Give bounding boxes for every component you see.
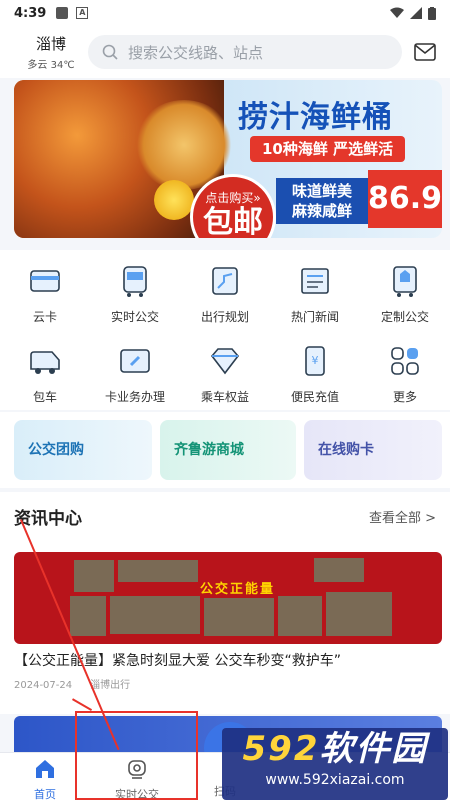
price-value: 86.9 <box>368 181 442 216</box>
service-label: 云卡 <box>32 310 57 324</box>
status-time: 4:39 <box>14 5 47 21</box>
service-label: 出行规划 <box>200 310 249 324</box>
banner-desc-line1: 味道鲜美 <box>291 182 352 200</box>
custom-bus-icon <box>393 266 417 297</box>
app-notification-icon: A <box>76 7 89 19</box>
search-icon <box>102 44 118 60</box>
card-service-icon <box>120 349 150 373</box>
route-icon <box>212 267 238 295</box>
promo-qilu-travel-mall[interactable]: 齐鲁游商城 <box>160 420 296 480</box>
annotation-highlight-box <box>75 711 198 800</box>
view-all-link[interactable]: 查看全部 > <box>369 507 436 526</box>
battery-icon <box>428 6 436 20</box>
watermark-logo: 592软件园 www.592xiazai.com <box>222 728 448 800</box>
service-more[interactable]: 更多 <box>360 344 450 405</box>
service-label: 热门新闻 <box>290 310 339 324</box>
city-name: 淄博 <box>35 35 66 53</box>
more-grid-icon <box>391 347 419 375</box>
watermark-num: 592 <box>242 729 320 769</box>
search-input[interactable]: 搜索公交线路、站点 <box>88 35 402 69</box>
promo-bus-group-buy[interactable]: 公交团购 <box>14 420 152 480</box>
news-meta: 2024-07-24 淄博出行 <box>14 676 130 691</box>
news-date: 2024-07-24 <box>14 680 73 691</box>
banner-price: 86.9元 <box>368 170 442 228</box>
diamond-icon <box>210 348 240 375</box>
news-photo <box>204 598 274 636</box>
top-header: 淄博 多云 34℃ 搜索公交线路、站点 <box>0 26 450 78</box>
banner-subtitle: 10种海鲜 严选鲜活 <box>250 136 406 162</box>
service-trip-planning[interactable]: 出行规划 <box>180 264 270 325</box>
recharge-icon: ¥ <box>305 346 325 376</box>
notification-icon <box>56 7 69 19</box>
service-label: 卡业务办理 <box>104 390 165 404</box>
svg-text:¥: ¥ <box>312 354 319 367</box>
search-placeholder: 搜索公交线路、站点 <box>128 43 264 62</box>
mail-icon[interactable] <box>414 43 436 61</box>
service-label: 更多 <box>392 390 417 404</box>
service-label: 乘车权益 <box>200 390 249 404</box>
weather-text: 多云 34℃ <box>27 60 75 71</box>
service-charter[interactable]: 包车 <box>0 344 90 405</box>
van-icon <box>30 351 60 374</box>
promo-banner[interactable]: 捞汁海鲜桶 10种海鲜 严选鲜活 点击购买» 包邮 味道鲜美 麻辣咸鲜 86.9… <box>14 80 442 238</box>
banner-desc: 味道鲜美 麻辣咸鲜 <box>276 178 368 224</box>
service-label: 实时公交 <box>110 310 159 324</box>
service-label: 便民充值 <box>290 390 339 404</box>
news-icon <box>301 268 329 294</box>
card-icon <box>30 270 60 292</box>
promo-row: 公交团购 齐鲁游商城 在线购卡 <box>0 412 450 488</box>
wifi-icon <box>390 7 404 18</box>
news-photo <box>326 592 392 636</box>
service-label: 定制公交 <box>380 310 429 324</box>
news-photo <box>110 596 200 634</box>
service-cloud-card[interactable]: 云卡 <box>0 264 90 325</box>
status-bar: 4:39 A <box>0 0 450 26</box>
service-recharge[interactable]: ¥ 便民充值 <box>270 344 360 405</box>
lemon-image <box>154 180 194 220</box>
news-section-header: 资讯中心 查看全部 > <box>0 492 450 540</box>
news-photo <box>74 560 114 592</box>
watermark-url: www.592xiazai.com <box>265 772 405 788</box>
badge-top-text: 点击购买» <box>205 191 261 205</box>
news-photo <box>70 596 106 636</box>
service-hot-news[interactable]: 热门新闻 <box>270 264 360 325</box>
news-image: 公交正能量 <box>14 552 442 644</box>
status-indicators <box>390 6 436 20</box>
service-realtime-bus[interactable]: 实时公交 <box>90 264 180 325</box>
news-image-caption: 公交正能量 <box>200 582 276 597</box>
service-custom-bus[interactable]: 定制公交 <box>360 264 450 325</box>
service-label: 包车 <box>32 390 57 404</box>
city-weather[interactable]: 淄博 多云 34℃ <box>22 33 80 71</box>
home-icon <box>36 760 54 778</box>
bus-icon <box>123 266 147 297</box>
promo-online-card[interactable]: 在线购卡 <box>304 420 442 480</box>
service-card-business[interactable]: 卡业务办理 <box>90 344 180 405</box>
banner-title: 捞汁海鲜桶 <box>238 100 393 135</box>
news-photo <box>118 560 198 582</box>
watermark-brand: 软件园 <box>319 729 428 769</box>
news-photo <box>314 558 364 582</box>
service-grid: 云卡 实时公交 出行规划 热门新闻 定制公交 包车 卡业务办理 乘车权益 ¥ 便… <box>0 250 450 410</box>
signal-icon <box>410 7 422 19</box>
news-source: 淄博出行 <box>90 680 131 691</box>
news-photo <box>278 596 322 636</box>
service-ride-benefits[interactable]: 乘车权益 <box>180 344 270 405</box>
badge-main-text: 包邮 <box>203 205 263 239</box>
banner-desc-line2: 麻辣咸鲜 <box>291 202 352 220</box>
